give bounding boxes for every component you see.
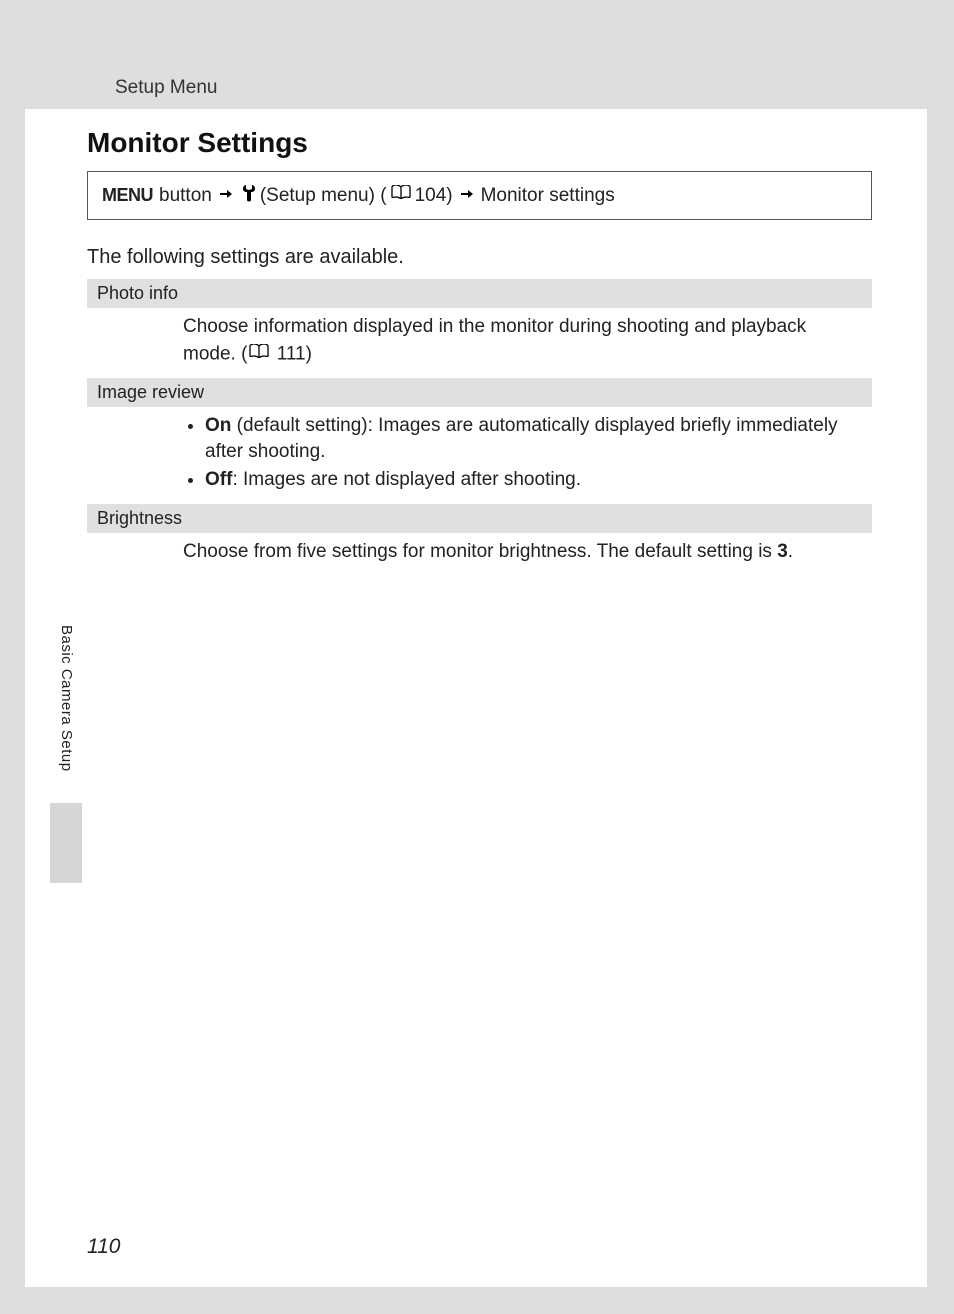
- wrench-icon: [242, 184, 256, 208]
- list-item: On (default setting): Images are automat…: [205, 413, 852, 464]
- list-item: Off: Images are not displayed after shoo…: [205, 467, 852, 493]
- side-tab-background: [50, 803, 82, 883]
- intro-text: The following settings are available.: [87, 246, 872, 269]
- side-tab-label: Basic Camera Setup: [58, 625, 75, 772]
- setting-body-photo-info: Choose information displayed in the moni…: [87, 308, 872, 378]
- page-title: Monitor Settings: [87, 127, 872, 159]
- setting-header-image-review: Image review: [87, 378, 872, 407]
- nav-text: Monitor settings: [481, 185, 615, 207]
- section-header: Setup Menu: [25, 25, 927, 109]
- breadcrumb: MENU button (Setup menu) ( 104) Monitor …: [87, 171, 872, 220]
- desc-text: (default setting): Images are automatica…: [205, 415, 838, 462]
- desc-text: .: [788, 541, 793, 562]
- nav-text: (Setup menu) (: [260, 185, 387, 207]
- page-number: 110: [87, 1235, 120, 1259]
- setting-body-brightness: Choose from five settings for monitor br…: [87, 533, 872, 575]
- book-icon: [249, 340, 269, 366]
- arrow-right-icon: [219, 185, 233, 207]
- desc-text: Choose from five settings for monitor br…: [183, 541, 777, 562]
- book-icon: [391, 183, 411, 205]
- nav-text: button: [159, 185, 212, 207]
- bold-text: Off: [205, 469, 232, 490]
- bold-text: 3: [777, 541, 788, 562]
- bold-text: On: [205, 415, 231, 436]
- setting-header-photo-info: Photo info: [87, 279, 872, 308]
- setting-header-brightness: Brightness: [87, 504, 872, 533]
- desc-ref: 111): [271, 343, 312, 364]
- desc-text: : Images are not displayed after shootin…: [232, 469, 581, 490]
- nav-page-ref: 104): [415, 185, 453, 207]
- arrow-right-icon: [460, 185, 474, 207]
- menu-button-label: MENU: [102, 185, 153, 206]
- setting-body-image-review: On (default setting): Images are automat…: [87, 407, 872, 504]
